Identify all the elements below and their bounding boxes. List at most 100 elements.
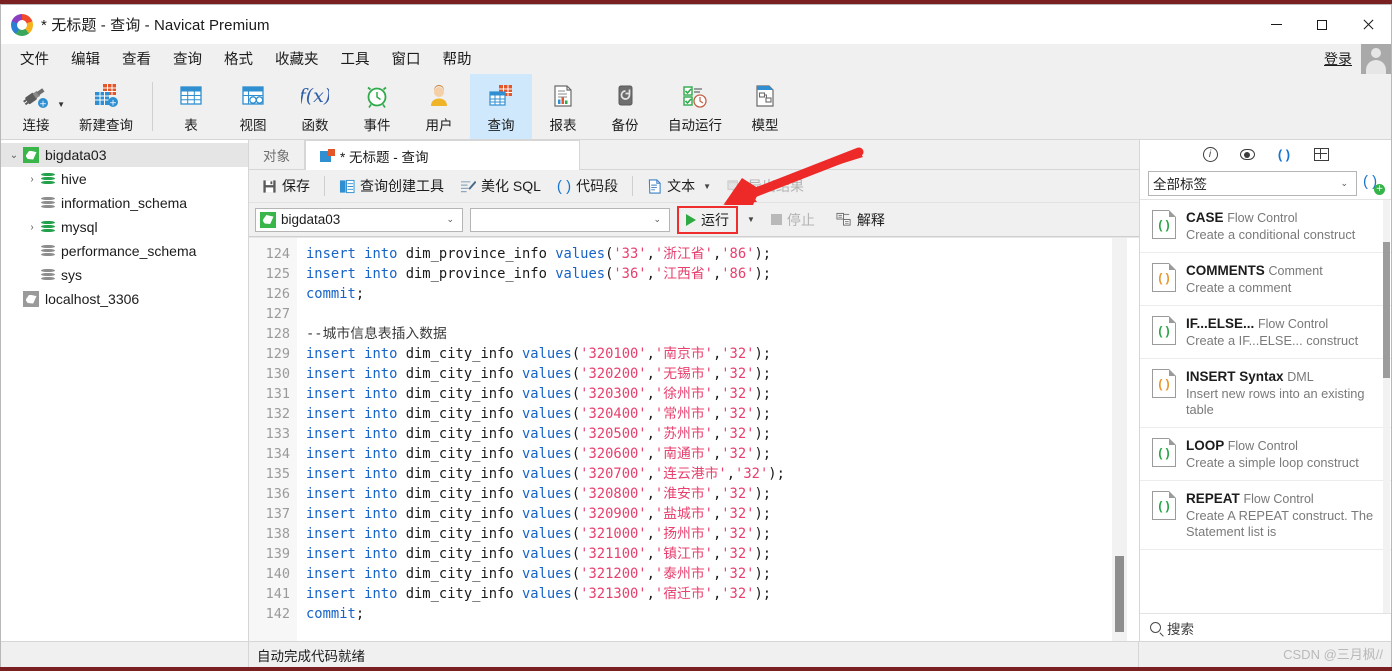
sql-code-area[interactable]: insert into dim_province_info values('33… <box>297 238 1112 641</box>
snippet-item[interactable]: ( ) IF...ELSE... Flow Control Create a IF.… <box>1140 306 1391 359</box>
grid-icon[interactable] <box>1313 146 1330 163</box>
code-line[interactable]: insert into dim_city_info values('320200… <box>306 364 1112 384</box>
export-result-button[interactable]: 导出结果 <box>720 173 811 199</box>
chevron-down-icon[interactable]: ⌄ <box>5 150 23 161</box>
tab-query[interactable]: * 无标题 - 查询 <box>305 140 580 170</box>
snippet-item[interactable]: ( ) COMMENTS Comment Create a comment <box>1140 253 1391 306</box>
status-left-segment <box>1 642 249 667</box>
menu-file[interactable]: 文件 <box>9 45 60 72</box>
toolbar-new-query[interactable]: + 新建查询 <box>67 74 145 139</box>
avatar[interactable] <box>1361 43 1391 74</box>
code-line[interactable]: insert into dim_city_info values('321200… <box>306 564 1112 584</box>
code-line[interactable]: insert into dim_city_info values('320500… <box>306 424 1112 444</box>
text-view-button[interactable]: 文本 ▼ <box>640 173 718 199</box>
tree-item-localhost-3306[interactable]: localhost_3306 <box>1 287 248 311</box>
code-line[interactable] <box>306 304 1112 324</box>
menu-window[interactable]: 窗口 <box>381 45 432 72</box>
code-line[interactable]: insert into dim_city_info values('321000… <box>306 524 1112 544</box>
snippet-item[interactable]: ( ) INSERT Syntax DML Insert new rows into… <box>1140 359 1391 428</box>
beautify-sql-button[interactable]: 美化 SQL <box>453 173 548 199</box>
menu-view[interactable]: 查看 <box>111 45 162 72</box>
tree-item-mysql[interactable]: › mysql <box>1 215 248 239</box>
toolbar-report[interactable]: 报表 <box>532 74 594 139</box>
toolbar-connection[interactable]: + 连接 ▼ <box>5 74 67 139</box>
code-line[interactable]: insert into dim_province_info values('36… <box>306 264 1112 284</box>
snippet-item[interactable]: ( ) CASE Flow Control Create a conditional… <box>1140 200 1391 253</box>
chevron-down-icon[interactable]: ⌄ <box>1336 178 1352 189</box>
snippet-item[interactable]: ( ) REPEAT Flow Control Create A REPEAT co… <box>1140 481 1391 550</box>
code-line[interactable]: commit; <box>306 284 1112 304</box>
code-line[interactable]: insert into dim_city_info values('320400… <box>306 404 1112 424</box>
tree-item-bigdata03[interactable]: ⌄ bigdata03 <box>1 143 248 167</box>
toolbar-backup[interactable]: 备份 <box>594 74 656 139</box>
chevron-right-icon[interactable]: › <box>23 174 41 185</box>
menu-format[interactable]: 格式 <box>213 45 264 72</box>
sql-editor[interactable]: 124 125 126 127 128 129 130 131 132 133 134 135 136 1… <box>249 237 1139 641</box>
editor-vertical-scrollbar[interactable] <box>1112 238 1127 641</box>
code-line[interactable]: insert into dim_city_info values('321100… <box>306 544 1112 564</box>
tree-item-sys[interactable]: sys <box>1 263 248 287</box>
code-snippet-button[interactable]: ( ) 代码段 <box>550 173 625 199</box>
explain-button[interactable]: 解释 <box>829 207 892 233</box>
menu-query[interactable]: 查询 <box>162 45 213 72</box>
toolbar-event[interactable]: 事件 <box>346 74 408 139</box>
chevron-right-icon[interactable]: › <box>23 222 41 233</box>
code-token: ); <box>754 266 772 282</box>
code-token: insert <box>306 386 356 402</box>
save-button[interactable]: 保存 <box>255 173 317 199</box>
tree-item-information-schema[interactable]: information_schema <box>1 191 248 215</box>
line-number: 126 <box>265 286 290 302</box>
toolbar-query[interactable]: 查询 <box>470 74 532 139</box>
minimize-button[interactable] <box>1253 5 1299 44</box>
tree-item-performance-schema[interactable]: performance_schema <box>1 239 248 263</box>
chevron-down-icon[interactable]: ▼ <box>747 215 755 224</box>
chevron-down-icon[interactable]: ▼ <box>703 182 711 191</box>
scrollbar-thumb[interactable] <box>1115 556 1124 632</box>
toolbar-view[interactable]: 视图 <box>222 74 284 139</box>
parentheses-icon[interactable]: ( ) <box>1276 146 1293 163</box>
code-line[interactable]: insert into dim_city_info values('320700… <box>306 464 1112 484</box>
eye-icon[interactable] <box>1239 146 1256 163</box>
info-icon[interactable]: i <box>1202 146 1219 163</box>
tree-item-hive[interactable]: › hive <box>1 167 248 191</box>
chevron-down-icon[interactable]: ⌄ <box>442 214 458 225</box>
schema-select[interactable]: ⌄ <box>470 207 670 232</box>
stop-button[interactable]: 停止 <box>764 207 822 233</box>
menu-help[interactable]: 帮助 <box>432 45 483 72</box>
code-line[interactable]: insert into dim_city_info values('320800… <box>306 484 1112 504</box>
code-line[interactable]: --城市信息表插入数据 <box>306 324 1112 344</box>
chevron-down-icon[interactable]: ▼ <box>57 100 65 109</box>
close-button[interactable] <box>1345 5 1391 44</box>
maximize-button[interactable] <box>1299 5 1345 44</box>
toolbar-automation[interactable]: 自动运行 <box>656 74 734 139</box>
tab-objects[interactable]: 对象 <box>249 140 305 169</box>
menu-edit[interactable]: 编辑 <box>60 45 111 72</box>
menu-tools[interactable]: 工具 <box>330 45 381 72</box>
toolbar-user[interactable]: 用户 <box>408 74 470 139</box>
code-line[interactable]: insert into dim_city_info values('320600… <box>306 444 1112 464</box>
run-dropdown-button[interactable]: ▼ <box>745 213 757 226</box>
snippet-scrollbar-thumb[interactable] <box>1383 242 1390 378</box>
tree-item-label: information_schema <box>61 195 188 211</box>
code-line[interactable]: commit; <box>306 604 1112 624</box>
toolbar-model[interactable]: 模型 <box>734 74 796 139</box>
snippet-body: REPEAT Flow Control Create A REPEAT const… <box>1186 491 1381 540</box>
menu-favorites[interactable]: 收藏夹 <box>264 45 330 72</box>
login-link[interactable]: 登录 <box>1324 49 1352 69</box>
snippet-item[interactable]: ( ) LOOP Flow Control Create a simple loop… <box>1140 428 1391 481</box>
code-line[interactable]: insert into dim_city_info values('320300… <box>306 384 1112 404</box>
database-select[interactable]: bigdata03 ⌄ <box>255 207 463 232</box>
code-line[interactable]: insert into dim_province_info values('33… <box>306 244 1112 264</box>
snippet-search[interactable]: 搜索 <box>1140 613 1391 641</box>
run-button[interactable]: 运行 <box>683 209 732 231</box>
chevron-down-icon[interactable]: ⌄ <box>649 214 665 225</box>
add-snippet-icon[interactable]: ( ) + <box>1363 173 1385 195</box>
toolbar-function[interactable]: f(x) 函数 <box>284 74 346 139</box>
query-builder-button[interactable]: 查询创建工具 <box>332 173 451 199</box>
code-line[interactable]: insert into dim_city_info values('320100… <box>306 344 1112 364</box>
toolbar-table[interactable]: 表 <box>160 74 222 139</box>
snippet-label-select[interactable]: 全部标签 ⌄ <box>1148 170 1357 196</box>
snippet-list[interactable]: ( ) CASE Flow Control Create a conditional… <box>1140 199 1391 613</box>
code-line[interactable]: insert into dim_city_info values('321300… <box>306 584 1112 604</box>
code-line[interactable]: insert into dim_city_info values('320900… <box>306 504 1112 524</box>
